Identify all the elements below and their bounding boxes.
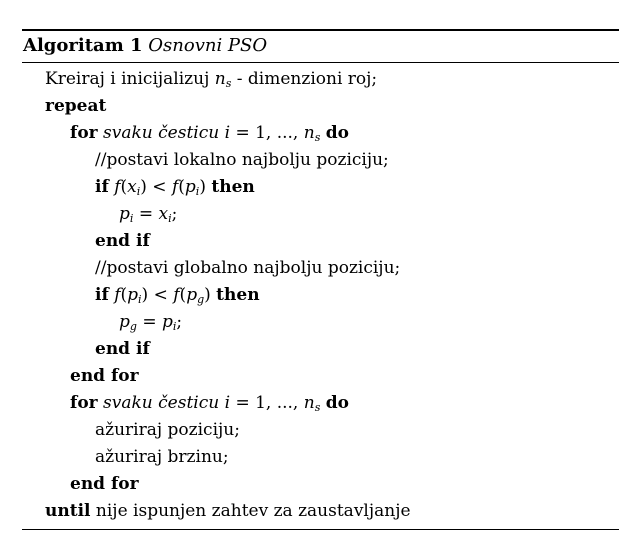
line-text: - dimenzioni roj; bbox=[236, 69, 378, 89]
line-16: end for bbox=[70, 471, 139, 498]
math-var: x bbox=[158, 204, 169, 224]
keyword-if: if bbox=[95, 177, 109, 197]
line-8: //postavi globalno najbolju poziciju; bbox=[95, 255, 400, 282]
keyword-then: then bbox=[211, 177, 255, 197]
keyword-for: for bbox=[70, 393, 98, 413]
keyword-end-for: end for bbox=[70, 474, 139, 494]
math-var: p bbox=[162, 312, 173, 332]
line-4: //postavi lokalno najbolju poziciju; bbox=[95, 147, 389, 174]
keyword-end-if: end if bbox=[95, 231, 150, 251]
keyword-do: do bbox=[325, 393, 349, 413]
math-var: p bbox=[186, 285, 198, 305]
math-var: x bbox=[127, 177, 137, 197]
line-17: until nije ispunjen zahtev za zaustavlja… bbox=[45, 498, 411, 525]
line-13: for svaku česticu i = 1, ..., ns do bbox=[70, 390, 349, 417]
math-var: p bbox=[119, 204, 130, 224]
keyword-until: until bbox=[45, 501, 91, 521]
keyword-then: then bbox=[216, 285, 260, 305]
algorithm-label: Algoritam 1 bbox=[23, 35, 143, 56]
math-text: = 1, ..., bbox=[235, 123, 299, 143]
math-var: i bbox=[224, 123, 231, 143]
line-11: end if bbox=[95, 336, 150, 363]
keyword-end-for: end for bbox=[70, 366, 139, 386]
line-5: if f(xi) < f(pi) then bbox=[95, 177, 255, 198]
line-7: end if bbox=[95, 228, 150, 255]
math-var: n bbox=[303, 393, 315, 413]
math-op: = bbox=[142, 312, 157, 332]
line-text: ažuriraj brzinu; bbox=[95, 447, 229, 467]
caption-rule bbox=[22, 62, 619, 63]
keyword-if: if bbox=[95, 285, 109, 305]
line-text: nije ispunjen zahtev za zaustavljanje bbox=[95, 501, 411, 521]
line-italic-text: svaku česticu bbox=[103, 393, 220, 413]
line-14: ažuriraj poziciju; bbox=[95, 417, 240, 444]
math-op: < bbox=[152, 177, 167, 197]
math-text: ; bbox=[171, 204, 178, 224]
math-var: p bbox=[127, 285, 139, 305]
comment-text: //postavi lokalno najbolju poziciju; bbox=[95, 150, 389, 170]
math-var: i bbox=[224, 393, 231, 413]
line-15: ažuriraj brzinu; bbox=[95, 444, 229, 471]
line-10: pg = pi; bbox=[119, 309, 182, 336]
math-sub: g bbox=[129, 320, 137, 333]
math-var: n bbox=[214, 69, 226, 89]
bottom-rule bbox=[22, 529, 619, 530]
line-6: pi = xi; bbox=[119, 201, 177, 228]
line-12: end for bbox=[70, 363, 139, 390]
algorithm-title: Osnovni PSO bbox=[148, 35, 268, 56]
keyword-for: for bbox=[70, 123, 98, 143]
math-sub: s bbox=[314, 131, 321, 144]
math-var: p bbox=[184, 177, 196, 197]
math-text: = 1, ..., bbox=[235, 393, 299, 413]
keyword-do: do bbox=[325, 123, 349, 143]
line-text: Kreiraj i inicijalizuj bbox=[45, 69, 210, 89]
line-italic-text: svaku česticu bbox=[103, 123, 220, 143]
top-rule bbox=[22, 29, 619, 31]
algorithm-caption: Algoritam 1 Osnovni PSO bbox=[23, 34, 267, 58]
math-op: < bbox=[153, 285, 168, 305]
math-var: n bbox=[303, 123, 315, 143]
math-sub: s bbox=[225, 77, 232, 90]
keyword-repeat: repeat bbox=[45, 96, 107, 116]
line-text: ažuriraj poziciju; bbox=[95, 420, 240, 440]
math-sub: s bbox=[314, 401, 321, 414]
keyword-end-if: end if bbox=[95, 339, 150, 359]
line-1: Kreiraj i inicijalizuj ns - dimenzioni r… bbox=[45, 66, 377, 93]
math-sub: i bbox=[129, 212, 134, 225]
comment-text: //postavi globalno najbolju poziciju; bbox=[95, 258, 401, 278]
line-3: for svaku česticu i = 1, ..., ns do bbox=[70, 120, 349, 147]
math-op: = bbox=[138, 204, 154, 224]
line-9: if f(pi) < f(pg) then bbox=[95, 285, 260, 306]
line-2: repeat bbox=[45, 93, 106, 120]
math-var: p bbox=[119, 312, 130, 332]
math-text: ; bbox=[176, 312, 183, 332]
